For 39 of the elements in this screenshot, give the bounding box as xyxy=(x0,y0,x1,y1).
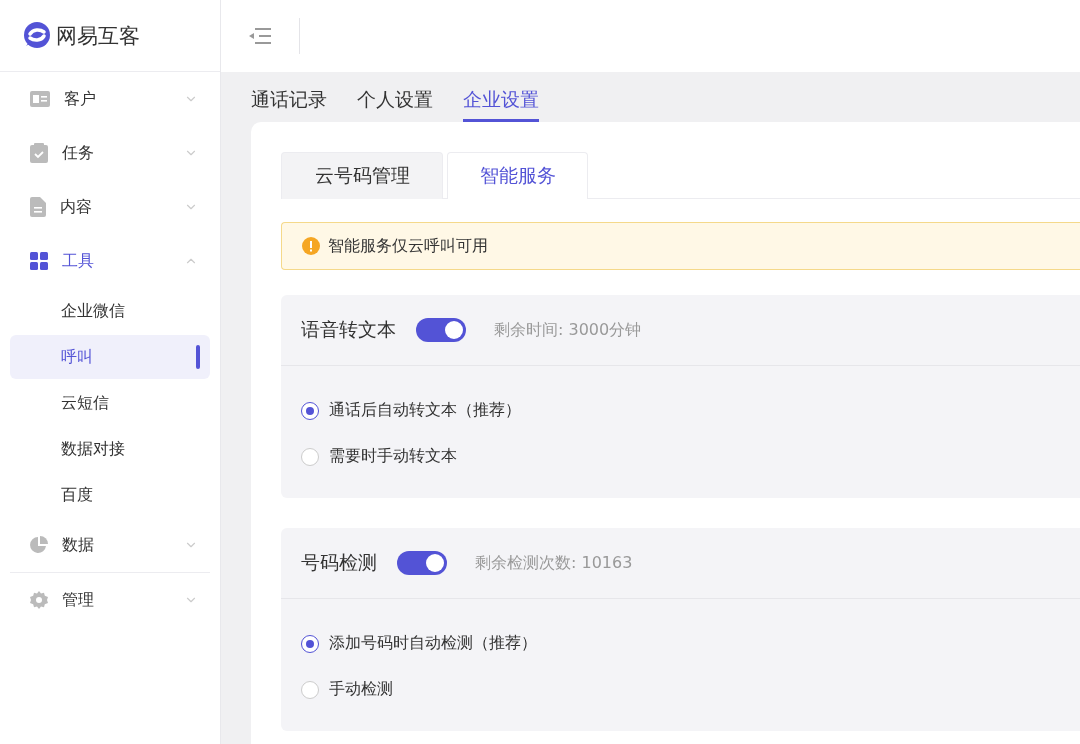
sidebar-subitem[interactable]: 呼叫 xyxy=(10,335,210,379)
pie-chart-icon xyxy=(30,536,48,554)
radio-option[interactable]: 手动检测 xyxy=(301,679,1060,700)
sidebar-item[interactable]: 内容 xyxy=(10,180,210,234)
toggle-switch[interactable] xyxy=(416,318,466,342)
settings-icon xyxy=(30,591,48,609)
sidebar-item[interactable]: 客户 xyxy=(10,72,210,126)
document-icon xyxy=(30,197,46,217)
radio-option[interactable]: 添加号码时自动检测（推荐） xyxy=(301,633,1060,654)
card-tab[interactable]: 云号码管理 xyxy=(281,152,443,199)
quota-text: 剩余检测次数: 10163 xyxy=(475,552,633,574)
sidebar-item[interactable]: 任务 xyxy=(10,126,210,180)
clipboard-icon xyxy=(30,143,48,163)
top-tab[interactable]: 个人设置 xyxy=(357,87,433,122)
sidebar-subitem[interactable]: 云短信 xyxy=(10,381,210,425)
sidebar-item[interactable]: 管理 xyxy=(10,573,210,627)
card-tab[interactable]: 智能服务 xyxy=(447,152,588,199)
panel-title: 号码检测 xyxy=(301,550,377,575)
sidebar-item[interactable]: 数据 xyxy=(10,518,210,573)
quota-text: 剩余时间: 3000分钟 xyxy=(494,319,642,341)
panel-title: 语音转文本 xyxy=(301,317,396,342)
grid-icon xyxy=(30,252,48,270)
id-card-icon xyxy=(30,91,50,107)
radio-button[interactable] xyxy=(301,634,319,653)
warning-icon xyxy=(302,237,320,255)
notice-text: 智能服务仅云呼叫可用 xyxy=(328,235,488,257)
radio-button[interactable] xyxy=(301,401,319,420)
sidebar-subitem[interactable]: 百度 xyxy=(10,473,210,517)
brand-name: 网易互客 xyxy=(56,22,140,50)
menu-fold-icon[interactable] xyxy=(249,27,271,45)
radio-option[interactable]: 需要时手动转文本 xyxy=(301,446,1060,467)
radio-option[interactable]: 通话后自动转文本（推荐） xyxy=(301,400,1060,421)
sidebar-item[interactable]: 工具 xyxy=(10,234,210,288)
top-tab[interactable]: 通话记录 xyxy=(251,87,327,122)
sidebar-subitem[interactable]: 企业微信 xyxy=(10,289,210,333)
sidebar-subitem[interactable]: 数据对接 xyxy=(10,427,210,471)
toggle-switch[interactable] xyxy=(397,551,447,575)
active-indicator xyxy=(196,345,200,369)
logo-icon xyxy=(22,21,52,50)
